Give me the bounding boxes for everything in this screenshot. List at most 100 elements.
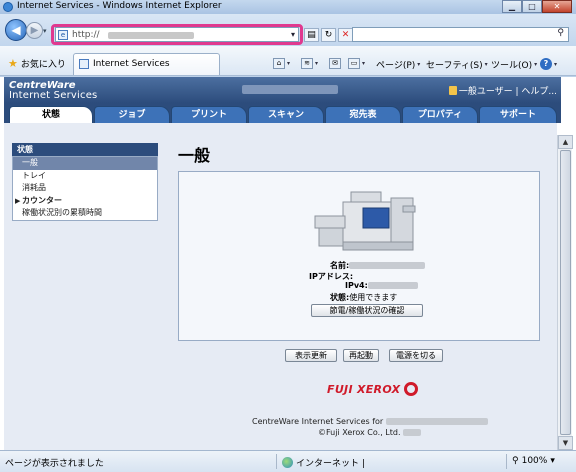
star-icon: ★ [8,57,18,70]
footer-device-redacted [385,418,488,425]
home-button[interactable]: ⌂ ▾ [273,58,290,69]
status-text: ページが表示されました [5,459,104,469]
close-window-button[interactable]: ✕ [542,0,572,13]
reboot-button[interactable]: 再起動 [343,349,379,362]
left-nav-header: 状態 [12,143,158,156]
brand-text: FUJI XEROX [327,382,401,396]
printer-image [314,191,416,251]
footer-copyright: ©Fuji Xerox Co., Ltd. [318,428,401,437]
user-menu[interactable]: 一般ユーザー | ヘルプ... [448,84,557,97]
search-icon[interactable]: ⚲ [557,28,564,38]
ip-label: IPアドレス: [309,272,354,281]
tab-status[interactable]: 状態 [9,106,93,124]
tab-scan[interactable]: スキャン [248,106,324,124]
footer-line2: ©Fuji Xerox Co., Ltd. [318,428,422,437]
vertical-scrollbar[interactable]: ▲ ▼ [557,135,573,450]
fuji-xerox-logo: FUJI XEROX [327,382,419,396]
scroll-thumb[interactable] [560,150,571,435]
page-title: 一般 [178,146,211,165]
left-nav-item-consumables[interactable]: 消耗品 [13,182,157,195]
device-name-redacted [242,85,338,94]
zoom-level: 100% [521,456,548,466]
globe-icon [282,457,293,468]
status-bar: ページが表示されました インターネット | ⚲ 100% ▾ [0,450,576,472]
stop-icon[interactable]: ✕ [338,28,353,42]
refresh-icon[interactable]: ↻ [321,28,336,42]
tab-address-book[interactable]: 宛先表 [325,106,401,124]
forward-button[interactable]: ▶ [26,22,43,39]
feeds-icon: ≋ [301,58,313,69]
main-tabbar: 状態 ジョブ プリント スキャン 宛先表 プロパティ サポート [4,103,561,124]
safety-menu-label: セーフティ(S) [426,61,483,71]
left-nav-item-counters-label: カウンター [22,195,62,205]
tab-jobs[interactable]: ジョブ [94,106,170,124]
feeds-button[interactable]: ≋ ▾ [301,58,318,69]
browser-tab[interactable]: Internet Services [73,53,220,75]
left-nav-item-usage-time[interactable]: 稼働状況別の累積時間 [13,207,157,220]
page-content: CentreWare Internet Services 一般ユーザー | ヘル… [0,77,576,450]
footer-line1-text: CentreWare Internet Services for [252,417,384,426]
lock-icon [448,86,457,95]
navigation-bar: ◀ ▶ ▾ e http:// ▾ ▤ ↻ ✕ ⚲ [0,14,576,46]
compat-view-icon[interactable]: ▤ [304,28,319,42]
left-nav-list: 一般 トレイ 消耗品 ▶ カウンター 稼働状況別の累積時間 [12,156,158,221]
scroll-down-icon[interactable]: ▼ [558,436,573,450]
cw-logo-line2: Internet Services [9,90,98,101]
home-icon: ⌂ [273,58,285,69]
scroll-up-icon[interactable]: ▲ [558,135,573,149]
ipv4-label: IPv4: [345,281,368,290]
search-input[interactable]: ⚲ [352,27,569,42]
tab-properties[interactable]: プロパティ [402,106,478,124]
status-divider-2 [506,454,507,469]
tab-support[interactable]: サポート [479,106,557,124]
ipv4-redacted [367,282,418,289]
window-titlebar: Internet Services - Windows Internet Exp… [0,0,576,14]
status-divider [276,454,277,469]
expand-triangle-icon: ▶ [15,196,21,205]
footer-year-redacted [403,429,422,436]
help-icon: ? [540,58,552,70]
print-icon: ▭ [348,58,360,69]
zoom-icon: ⚲ [512,456,519,466]
status-value: 使用できます [349,293,398,302]
left-nav-item-trays[interactable]: トレイ [13,170,157,183]
favorites-bar: ★ お気に入り Internet Services ⌂ ▾ ≋ ▾ ✉ ▭ ▾ ページ… [0,46,576,76]
maximize-button[interactable]: □ [522,0,542,13]
print-button[interactable]: ▭ ▾ [348,58,365,69]
left-nav-item-counters[interactable]: ▶ カウンター [13,195,157,208]
page-menu-label: ページ(P) [376,61,416,71]
ie-logo-icon [3,2,13,12]
cw-header: CentreWare Internet Services 一般ユーザー | ヘル… [4,77,561,103]
zone-label: インターネット | [296,459,365,469]
xerox-mark-icon [404,382,419,396]
footer-line1: CentreWare Internet Services for [252,417,488,426]
name-redacted [349,262,426,269]
device-info-box: 名前: IPアドレス: IPv4: 状態:使用できます 節電/稼働状況の確認 [178,171,540,341]
zoom-control[interactable]: ⚲ 100% ▾ [512,456,555,466]
left-nav: 状態 一般 トレイ 消耗品 ▶ カウンター 稼働状況別の累積時間 [12,143,158,221]
window-title: Internet Services - Windows Internet Exp… [17,1,222,11]
info-name: 名前: [330,260,426,271]
tools-menu[interactable]: ツール(O) ▾ [491,58,537,71]
status-label: 状態: [330,293,350,302]
power-off-button[interactable]: 電源を切る [389,349,443,362]
refresh-button[interactable]: 表示更新 [285,349,337,362]
tools-menu-label: ツール(O) [491,61,533,71]
back-button[interactable]: ◀ [5,19,27,41]
browser-tab-label: Internet Services [93,59,170,69]
favorites-label: お気に入り [20,60,66,70]
minimize-button[interactable]: ▁ [502,0,522,13]
help-menu[interactable]: ? ▾ [540,58,557,70]
nav-actions: ▤ ↻ ✕ [304,28,353,42]
mail-icon: ✉ [329,58,341,69]
history-dropdown-icon[interactable]: ▾ [43,27,47,35]
page-menu[interactable]: ページ(P) ▾ [376,58,420,71]
safety-menu[interactable]: セーフティ(S) ▾ [426,58,488,71]
favorites-button[interactable]: ★ お気に入り [8,57,66,70]
info-status: 状態:使用できます [330,292,397,303]
power-status-button[interactable]: 節電/稼働状況の確認 [311,304,423,317]
name-label: 名前: [330,261,350,270]
mail-button[interactable]: ✉ [329,58,341,69]
left-nav-item-general[interactable]: 一般 [13,157,157,170]
tab-print[interactable]: プリント [171,106,247,124]
